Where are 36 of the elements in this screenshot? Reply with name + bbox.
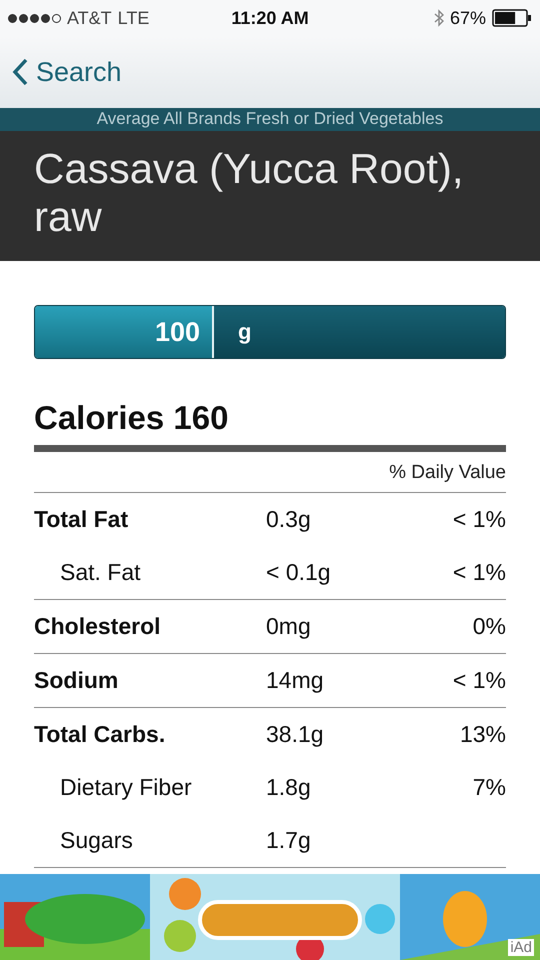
nutrient-amount: 0mg [266, 613, 312, 640]
food-title: Cassava (Yucca Root), raw [0, 131, 540, 261]
daily-value: < 1% [452, 559, 506, 586]
daily-value: 0% [472, 613, 506, 640]
network-label: LTE [118, 8, 150, 28]
nutrient-name: Sugars [59, 827, 134, 854]
serving-unit[interactable]: g [214, 306, 505, 358]
nutrient-amount: 38.1g [266, 721, 325, 748]
calories-heading: Calories 160 [34, 399, 506, 452]
nutrient-name: Dietary Fiber [59, 774, 193, 801]
nutrient-name: Total Carbs. [34, 721, 166, 748]
signal-icon [8, 14, 61, 22]
nutrient-amount: 1.8g [266, 774, 312, 801]
serving-amount[interactable]: 100 [35, 306, 214, 358]
daily-value: 13% [458, 721, 506, 748]
daily-value: 7% [472, 774, 506, 801]
back-button[interactable]: Search [12, 56, 122, 88]
nutrient-name: Total Fat [34, 506, 130, 533]
daily-value: < 1% [452, 506, 506, 533]
daily-value-header: % Daily Value [34, 452, 506, 493]
nutrient-name: Cholesterol [34, 613, 162, 640]
nutrient-amount: 14mg [266, 667, 325, 694]
nutrient-name: Sat. Fat [59, 559, 142, 586]
battery-percentage: 67% [450, 8, 486, 28]
battery-icon [492, 9, 532, 27]
nutrient-name: Sodium [34, 667, 120, 694]
back-chevron-icon [12, 58, 28, 86]
food-category: Average All Brands Fresh or Dried Vegetables [0, 108, 540, 131]
status-time: 11:20 AM [231, 8, 309, 28]
daily-value: < 1% [452, 667, 506, 694]
carrier-label: AT&T [67, 8, 112, 28]
nutrient-amount: 0.3g [266, 506, 312, 533]
nutrient-amount: 1.7g [266, 827, 312, 854]
nutrient-amount: < 0.1g [266, 559, 332, 586]
bluetooth-icon [434, 9, 444, 27]
ad-label: iAd [508, 939, 534, 956]
